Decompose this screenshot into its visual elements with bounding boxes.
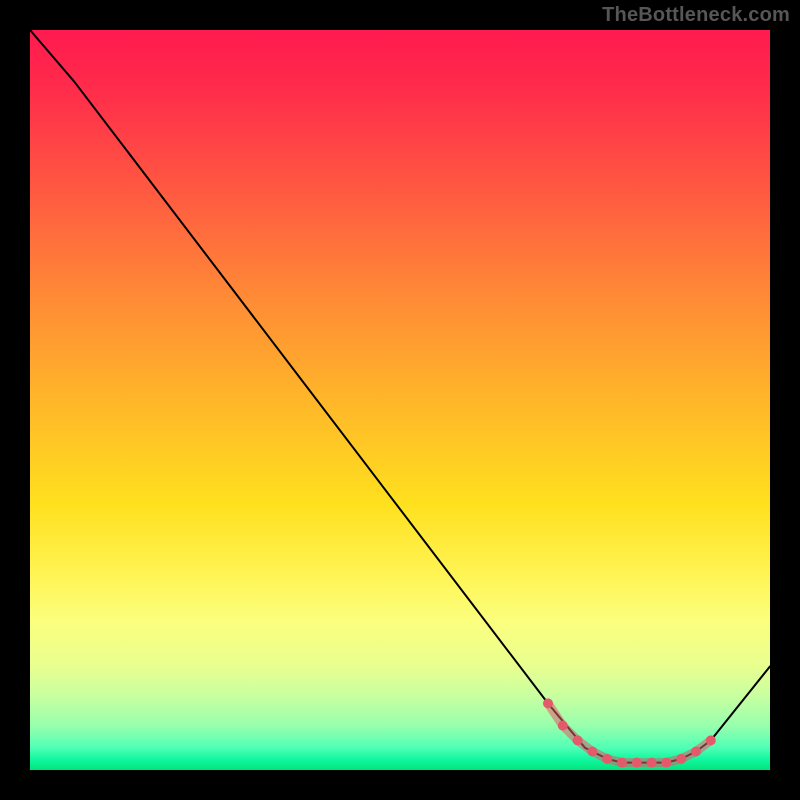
marker-dot — [676, 754, 686, 764]
marker-dot — [617, 758, 627, 768]
marker-dot — [691, 747, 701, 757]
marker-band — [548, 703, 711, 762]
plot-area — [30, 30, 770, 770]
marker-dot — [602, 754, 612, 764]
bottleneck-curve-svg — [30, 30, 770, 770]
chart-frame: TheBottleneck.com — [0, 0, 800, 800]
marker-dot — [573, 735, 583, 745]
bottleneck-curve-path — [30, 30, 770, 763]
marker-dot — [543, 698, 553, 708]
marker-dot — [587, 747, 597, 757]
marker-dot — [632, 758, 642, 768]
marker-dot — [661, 758, 671, 768]
marker-dot — [706, 735, 716, 745]
marker-dot — [558, 721, 568, 731]
bottleneck-markers — [543, 698, 716, 767]
attribution-text: TheBottleneck.com — [602, 4, 790, 27]
marker-dot — [647, 758, 657, 768]
